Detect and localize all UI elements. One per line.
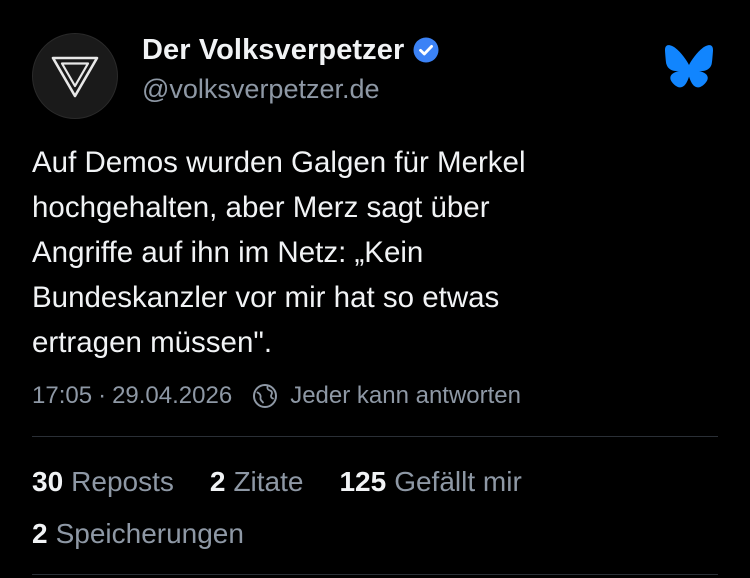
- reply-setting[interactable]: Jeder kann antworten: [290, 382, 521, 410]
- bluesky-butterfly-icon[interactable]: [665, 45, 713, 88]
- engagement-stats: 30 Reposts 2 Zitate 125 Gefällt mir: [32, 462, 558, 502]
- reposts-count: 30: [32, 466, 64, 497]
- post-time[interactable]: 17:05: [32, 382, 92, 410]
- post-date[interactable]: 29.04.2026: [112, 382, 232, 410]
- saves-stat[interactable]: 2 Speicherungen: [32, 518, 244, 550]
- post-meta: 17:05 · 29.04.2026 Jeder kann antworten: [32, 378, 521, 414]
- likes-label: Gefällt mir: [394, 466, 522, 497]
- inverted-triangle-logo-icon: [51, 56, 99, 98]
- quotes-label: Zitate: [233, 466, 304, 497]
- saves-label: Speicherungen: [55, 518, 244, 549]
- divider-top: [32, 436, 718, 437]
- verified-check-icon[interactable]: [413, 37, 439, 63]
- author-name-row: Der Volksverpetzer: [142, 30, 439, 70]
- likes-stat[interactable]: 125 Gefällt mir: [339, 466, 521, 498]
- author-display-name[interactable]: Der Volksverpetzer: [142, 34, 404, 67]
- meta-separator: ·: [98, 382, 107, 409]
- author-handle[interactable]: @volksverpetzer.de: [142, 74, 380, 105]
- quotes-stat[interactable]: 2 Zitate: [210, 466, 304, 498]
- divider-bottom: [32, 574, 718, 575]
- post-card: Der Volksverpetzer @volksverpetzer.de Au…: [0, 0, 750, 578]
- reposts-stat[interactable]: 30 Reposts: [32, 466, 174, 498]
- saves-count: 2: [32, 518, 48, 549]
- engagement-stats-second-row: 2 Speicherungen: [32, 514, 280, 554]
- quotes-count: 2: [209, 466, 226, 497]
- post-text: Auf Demos wurden Galgen für Merkel hochg…: [32, 146, 526, 359]
- globe-reply-icon: [253, 384, 278, 408]
- avatar[interactable]: [32, 33, 118, 119]
- likes-count: 125: [339, 466, 387, 497]
- reposts-label: Reposts: [71, 466, 174, 497]
